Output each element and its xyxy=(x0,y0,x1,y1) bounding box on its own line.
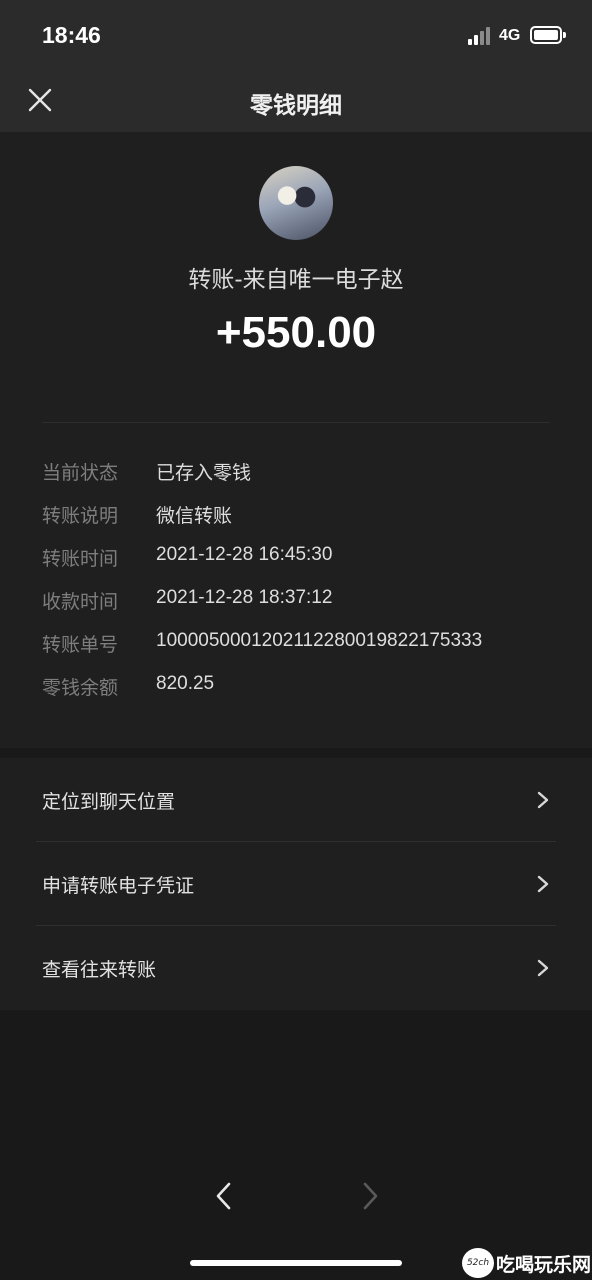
locate-chat-button[interactable]: 定位到聊天位置 xyxy=(0,758,592,842)
status-bar: 18:46 4G xyxy=(0,0,592,70)
bottom-navigation xyxy=(0,1010,592,1280)
status-time: 18:46 xyxy=(42,22,101,48)
chevron-left-icon[interactable] xyxy=(210,1180,238,1212)
detail-label: 零钱余额 xyxy=(42,677,119,699)
detail-row-note: 转账说明 微信转账 xyxy=(42,501,572,531)
chevron-right-icon xyxy=(363,1182,378,1210)
chevron-right-icon xyxy=(537,791,549,809)
request-receipt-button[interactable]: 申请转账电子凭证 xyxy=(0,842,592,926)
detail-row-receive-time: 收款时间 2021-12-28 18:37:12 xyxy=(42,587,572,617)
detail-label: 当前状态 xyxy=(42,462,119,484)
action-list: 定位到聊天位置 申请转账电子凭证 查看往来转账 xyxy=(0,758,592,1010)
network-type: 4G xyxy=(499,27,521,44)
transfer-summary: 转账-来自唯一电子赵 +550.00 当前状态 已存入零钱 转账说明 微信转账 … xyxy=(0,132,592,748)
nav-bar: 零钱明细 xyxy=(0,70,592,132)
divider xyxy=(42,422,550,423)
detail-label: 转账单号 xyxy=(42,634,119,656)
avatar xyxy=(259,166,333,240)
view-transfers-button[interactable]: 查看往来转账 xyxy=(0,926,592,1010)
detail-value: 2021-12-28 18:37:12 xyxy=(156,587,333,608)
detail-label: 转账说明 xyxy=(42,505,119,527)
detail-row-transfer-time: 转账时间 2021-12-28 16:45:30 xyxy=(42,544,572,574)
detail-value: 已存入零钱 xyxy=(156,463,252,484)
detail-row-status: 当前状态 已存入零钱 xyxy=(42,458,572,488)
detail-value: 2021-12-28 16:45:30 xyxy=(156,544,333,565)
action-label: 定位到聊天位置 xyxy=(42,791,176,813)
watermark-text: 吃喝玩乐网 xyxy=(496,1254,592,1276)
transfer-amount: +550.00 xyxy=(215,308,377,357)
action-label: 申请转账电子凭证 xyxy=(42,875,195,897)
detail-value: 1000050001202112280019822175333 xyxy=(156,630,483,651)
payer-name: 转账-来自唯一电子赵 xyxy=(188,267,404,293)
detail-value: 微信转账 xyxy=(156,506,233,527)
detail-value: 820.25 xyxy=(156,673,215,694)
action-label: 查看往来转账 xyxy=(42,959,157,981)
battery-icon xyxy=(530,26,566,44)
home-indicator[interactable] xyxy=(190,1260,402,1266)
watermark-logo: 52ch xyxy=(462,1248,494,1278)
detail-label: 收款时间 xyxy=(42,591,119,613)
page-title: 零钱明细 xyxy=(250,93,342,119)
detail-row-transfer-id: 转账单号 1000050001202112280019822175333 xyxy=(42,630,572,660)
signal-icon xyxy=(468,27,492,45)
chevron-right-icon xyxy=(537,959,549,977)
detail-label: 转账时间 xyxy=(42,548,119,570)
detail-row-balance: 零钱余额 820.25 xyxy=(42,673,572,703)
chevron-right-icon xyxy=(537,875,549,893)
